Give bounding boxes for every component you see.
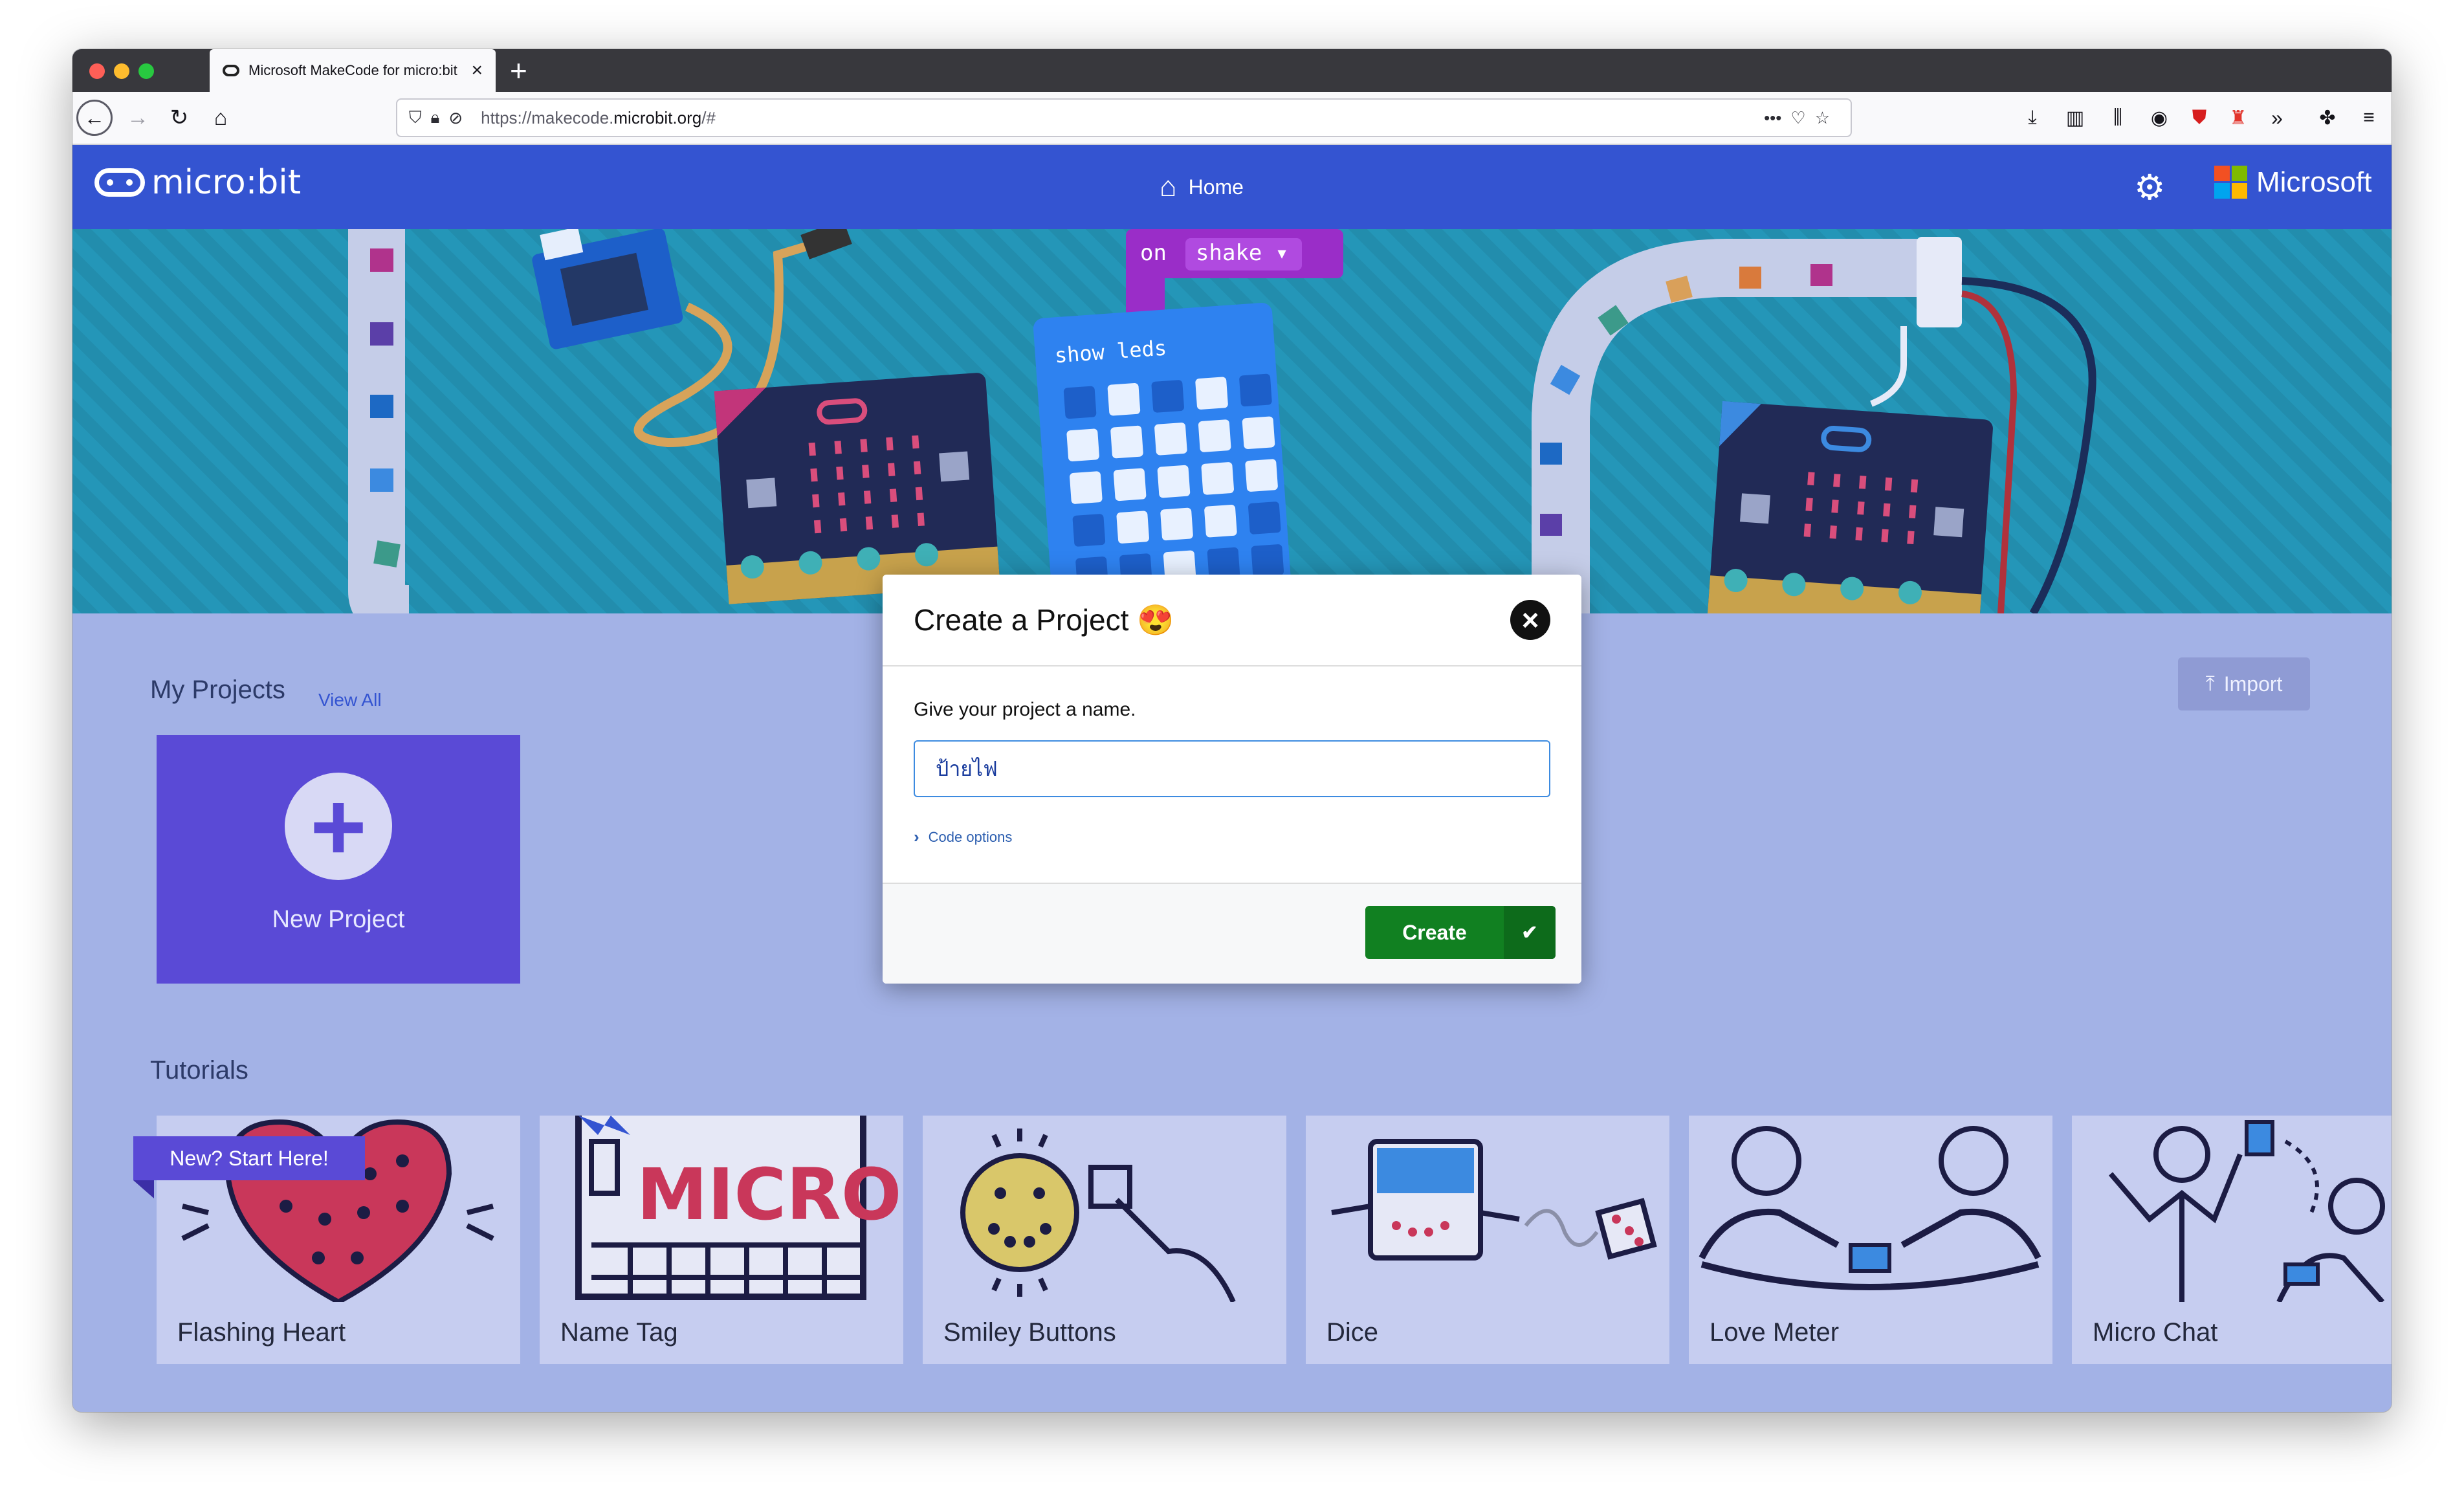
- close-tab-icon[interactable]: ×: [471, 60, 483, 82]
- tutorial-label: Flashing Heart: [177, 1318, 346, 1347]
- microsoft-squares-icon: [2214, 166, 2247, 199]
- hero-illustration: on shake ▾ show leds: [348, 229, 2096, 613]
- tutorials-heading: Tutorials: [150, 1056, 248, 1085]
- url-text[interactable]: https://makecode.microbit.org/#: [481, 108, 716, 128]
- smiley-buttons-illustration: [960, 1129, 1236, 1302]
- tutorial-card-dice[interactable]: Dice: [1306, 1116, 1669, 1364]
- maximize-window-button[interactable]: [138, 63, 154, 79]
- name-tag-art-text: MICRO: [637, 1153, 901, 1236]
- new-project-card[interactable]: + New Project: [157, 735, 520, 984]
- browser-toolbar: ← → ↻ ⌂ ⛉ 🔒︎ ⊘ https://makecode.microbit…: [72, 92, 2392, 145]
- top-navbar: micro:bit ⌂ Home ⚙ Microsoft: [72, 145, 2392, 229]
- account-icon[interactable]: ◉: [2143, 100, 2175, 136]
- block-shake-text: shake ▾: [1196, 240, 1288, 266]
- pocket-icon[interactable]: ♡: [1790, 108, 1805, 128]
- tutorial-label: Smiley Buttons: [943, 1318, 1116, 1347]
- create-project-dialog: Create a Project 😍 × Give your project a…: [883, 575, 1581, 984]
- code-options-toggle[interactable]: › Code options: [914, 827, 1550, 847]
- ublock-icon[interactable]: ⛊: [2183, 100, 2216, 136]
- microsoft-text: Microsoft: [2256, 166, 2372, 198]
- tutorial-card-love-meter[interactable]: Love Meter: [1689, 1116, 2052, 1364]
- microbit-face-icon: [94, 168, 145, 197]
- dialog-footer: Create ✔: [883, 883, 1581, 984]
- library-icon[interactable]: ⫼: [2102, 100, 2134, 136]
- shield-icon[interactable]: ⛉: [409, 107, 422, 128]
- menu-icon[interactable]: ≡: [2353, 100, 2385, 136]
- tutorial-label: Dice: [1326, 1318, 1379, 1347]
- bookmark-star-icon[interactable]: ☆: [1815, 108, 1830, 128]
- page-actions-icon[interactable]: •••: [1764, 108, 1781, 128]
- extensions-icon[interactable]: ✤: [2311, 100, 2344, 136]
- project-name-input[interactable]: ป้ายไฟ: [914, 740, 1550, 797]
- code-options-label: Code options: [928, 828, 1013, 845]
- hero-banner: on shake ▾ show leds: [72, 229, 2392, 613]
- import-label: Import: [2223, 672, 2283, 696]
- checkmark-icon: ✔: [1504, 906, 1556, 959]
- plus-circle-icon: +: [285, 772, 392, 880]
- page: micro:bit ⌂ Home ⚙ Microsoft on shake ▾ …: [72, 145, 2392, 1412]
- overflow-chevron-icon[interactable]: »: [2261, 100, 2293, 136]
- brand-text: micro:bit: [151, 163, 302, 202]
- close-window-button[interactable]: [89, 63, 105, 79]
- view-all-link[interactable]: View All: [318, 690, 382, 710]
- my-projects-heading: My Projects: [150, 676, 285, 704]
- microsoft-logo[interactable]: Microsoft: [2214, 166, 2371, 199]
- settings-gear-icon[interactable]: ⚙: [2134, 167, 2165, 208]
- dialog-title: Create a Project 😍: [914, 602, 1174, 637]
- micro-chat-illustration: [2108, 1120, 2385, 1302]
- home-link[interactable]: ⌂ Home: [1160, 171, 1244, 203]
- home-label: Home: [1188, 175, 1244, 199]
- minimize-window-button[interactable]: [114, 63, 129, 79]
- tab-strip: Microsoft MakeCode for micro:bit × +: [72, 49, 2392, 92]
- downloads-icon[interactable]: ⤓: [2016, 100, 2049, 136]
- browser-tab[interactable]: Microsoft MakeCode for micro:bit ×: [210, 49, 496, 92]
- back-arrow-icon[interactable]: ←: [76, 100, 113, 136]
- lock-icon[interactable]: 🔒︎: [431, 107, 440, 128]
- microbit-favicon-icon: [223, 65, 239, 76]
- tutorial-label: Name Tag: [560, 1318, 678, 1347]
- close-dialog-icon[interactable]: ×: [1510, 600, 1550, 640]
- tutorial-card-name-tag[interactable]: MICRO Name Tag: [540, 1116, 903, 1364]
- tutorial-card-micro-chat[interactable]: Micro Chat: [2072, 1116, 2392, 1364]
- home-icon[interactable]: ⌂: [204, 100, 237, 136]
- project-name-prompt: Give your project a name.: [914, 699, 1136, 720]
- name-tag-illustration: MICRO: [575, 1116, 901, 1300]
- upload-icon: ⤒: [2205, 672, 2215, 695]
- sidebar-icon[interactable]: ▥: [2059, 100, 2091, 136]
- extension-icon[interactable]: ♜: [2222, 100, 2254, 136]
- reload-icon[interactable]: ↻: [163, 100, 195, 136]
- tab-title: Microsoft MakeCode for micro:bit: [248, 62, 457, 78]
- permissions-icon[interactable]: ⊘: [448, 108, 463, 128]
- dialog-body: Give your project a name. ป้ายไฟ › Code …: [883, 666, 1581, 847]
- love-meter-illustration: [1699, 1126, 2041, 1290]
- dice-illustration: [1331, 1139, 1657, 1261]
- tutorial-label: Micro Chat: [2093, 1318, 2218, 1347]
- new-project-label: New Project: [272, 905, 405, 933]
- create-label: Create: [1402, 920, 1467, 944]
- new-start-here-ribbon: New? Start Here!: [133, 1136, 365, 1180]
- block-on-text: on: [1140, 240, 1167, 266]
- url-bar[interactable]: ⛉ 🔒︎ ⊘ https://makecode.microbit.org/# •…: [396, 98, 1852, 137]
- house-icon: ⌂: [1160, 171, 1177, 203]
- create-button[interactable]: Create ✔: [1365, 906, 1556, 959]
- new-tab-icon[interactable]: +: [510, 53, 527, 88]
- dialog-header: Create a Project 😍 ×: [883, 575, 1581, 666]
- browser-window: Microsoft MakeCode for micro:bit × + ← →…: [72, 49, 2392, 1412]
- ribbon-fold: [133, 1180, 154, 1198]
- tutorial-label: Love Meter: [1710, 1318, 1840, 1347]
- chevron-right-icon: ›: [914, 827, 919, 846]
- import-button[interactable]: ⤒ Import: [2178, 657, 2310, 710]
- forward-arrow-icon[interactable]: →: [122, 100, 154, 136]
- microbit-logo[interactable]: micro:bit: [94, 163, 301, 202]
- tutorial-card-smiley-buttons[interactable]: Smiley Buttons: [923, 1116, 1286, 1364]
